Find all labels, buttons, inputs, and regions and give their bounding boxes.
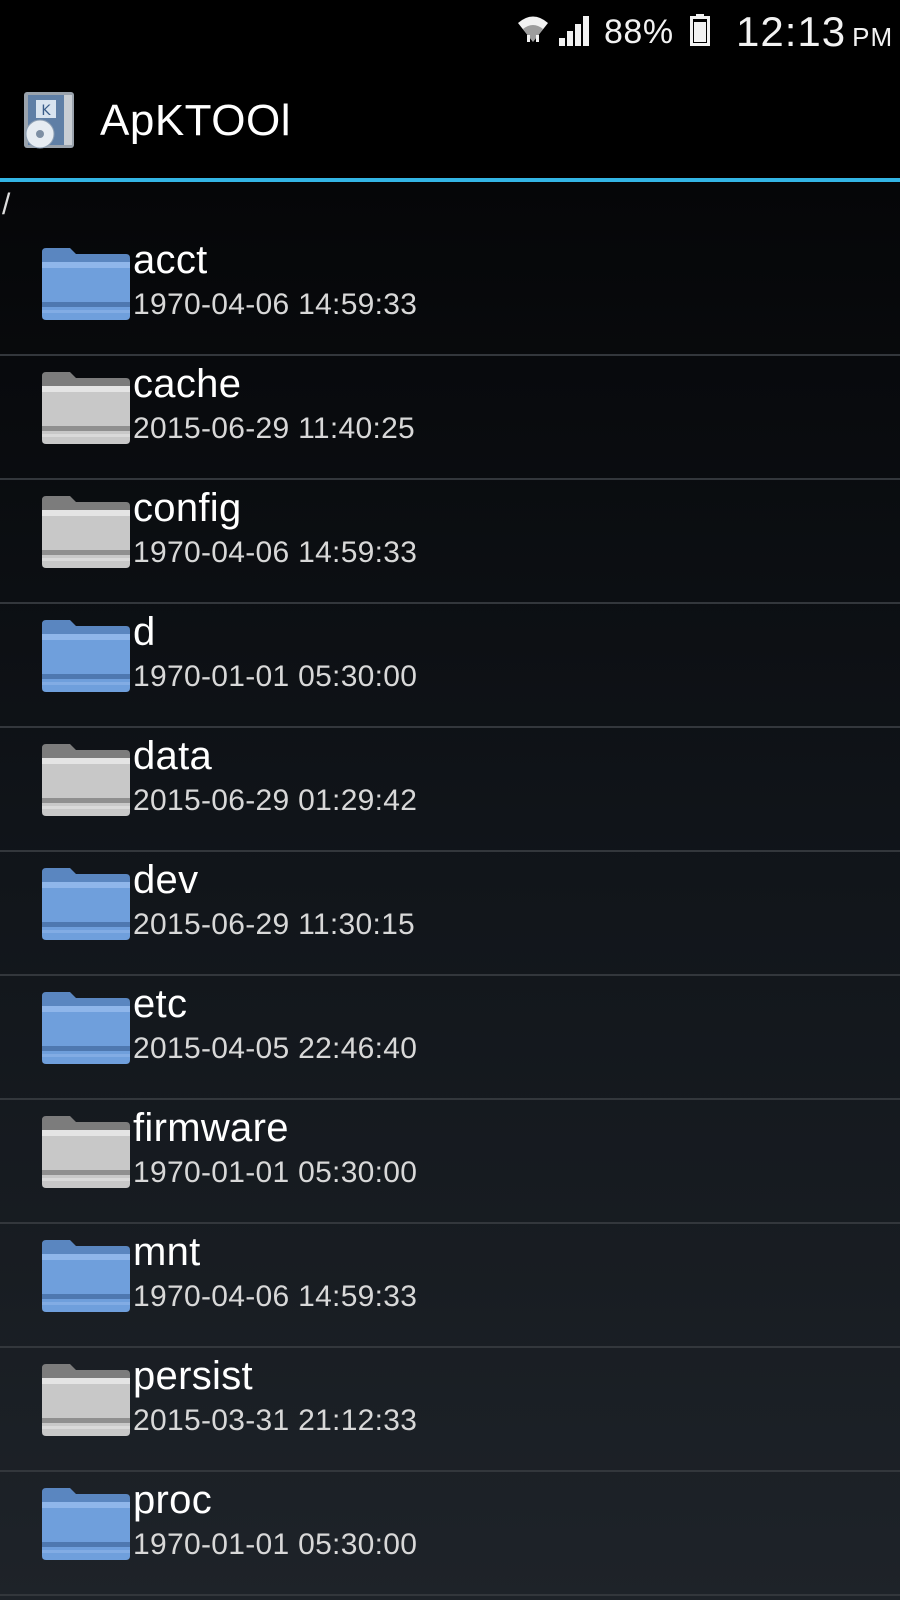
file-date: 1970-01-01 05:30:00: [133, 660, 418, 693]
folder-icon: [42, 496, 130, 568]
file-date: 2015-03-31 21:12:33: [133, 1404, 418, 1437]
file-list-item[interactable]: proc 1970-01-01 05:30:00: [0, 1472, 900, 1596]
action-bar: K ApKTOOl: [0, 62, 900, 178]
file-name: mnt: [133, 1230, 201, 1274]
file-name: config: [133, 486, 242, 530]
folder-icon: [42, 248, 130, 320]
file-date: 2015-06-29 01:29:42: [133, 784, 418, 817]
file-list-item[interactable]: data 2015-06-29 01:29:42: [0, 728, 900, 852]
file-list-item[interactable]: persist 2015-03-31 21:12:33: [0, 1348, 900, 1472]
svg-text:K: K: [41, 103, 51, 119]
folder-icon: [42, 744, 130, 816]
file-date: 1970-04-06 14:59:33: [133, 536, 418, 569]
file-list-item[interactable]: d 1970-01-01 05:30:00: [0, 604, 900, 728]
file-browser: / acct 1970-04-06 14:59:33 cache 2015-06-29…: [0, 182, 900, 1600]
file-list: acct 1970-04-06 14:59:33 cache 2015-06-29 1…: [0, 232, 900, 1596]
battery-percent: 88%: [604, 13, 674, 51]
file-list-item[interactable]: config 1970-04-06 14:59:33: [0, 480, 900, 604]
file-name: dev: [133, 858, 199, 902]
folder-icon: [42, 868, 130, 940]
clock-ampm: PM: [852, 22, 894, 52]
file-list-item[interactable]: mnt 1970-04-06 14:59:33: [0, 1224, 900, 1348]
file-name: data: [133, 734, 213, 778]
clock: 12:13 PM: [736, 8, 893, 56]
folder-icon: [42, 1488, 130, 1560]
folder-icon: [42, 620, 130, 692]
file-list-item[interactable]: acct 1970-04-06 14:59:33: [0, 232, 900, 356]
folder-icon: [42, 372, 130, 444]
file-list-item[interactable]: dev 2015-06-29 11:30:15: [0, 852, 900, 976]
file-list-item[interactable]: etc 2015-04-05 22:46:40: [0, 976, 900, 1100]
app-title: ApKTOOl: [100, 96, 291, 145]
folder-icon: [42, 1240, 130, 1312]
file-date: 2015-06-29 11:30:15: [133, 908, 416, 941]
file-name: proc: [133, 1478, 213, 1522]
file-date: 1970-04-06 14:59:33: [133, 288, 418, 321]
file-name: cache: [133, 362, 242, 406]
file-name: firmware: [133, 1106, 289, 1150]
file-name: acct: [133, 238, 208, 282]
file-list-item[interactable]: firmware 1970-01-01 05:30:00: [0, 1100, 900, 1224]
file-date: 1970-04-06 14:59:33: [133, 1280, 418, 1313]
signal-icon: [559, 16, 589, 46]
app-icon[interactable]: K: [18, 90, 82, 150]
file-date: 2015-06-29 11:40:25: [133, 412, 416, 445]
current-path: /: [2, 188, 11, 221]
file-date: 1970-01-01 05:30:00: [133, 1156, 418, 1189]
file-name: d: [133, 610, 156, 654]
file-date: 2015-04-05 22:46:40: [133, 1032, 418, 1065]
wifi-icon: [518, 16, 548, 42]
file-name: persist: [133, 1354, 253, 1398]
status-bar: 88% 12:13 PM: [0, 0, 900, 62]
file-list-item[interactable]: cache 2015-06-29 11:40:25: [0, 356, 900, 480]
file-name: etc: [133, 982, 188, 1026]
battery-icon: [690, 14, 710, 46]
folder-icon: [42, 1116, 130, 1188]
folder-icon: [42, 1364, 130, 1436]
clock-time: 12:13: [736, 8, 847, 55]
file-date: 1970-01-01 05:30:00: [133, 1528, 418, 1561]
folder-icon: [42, 992, 130, 1064]
